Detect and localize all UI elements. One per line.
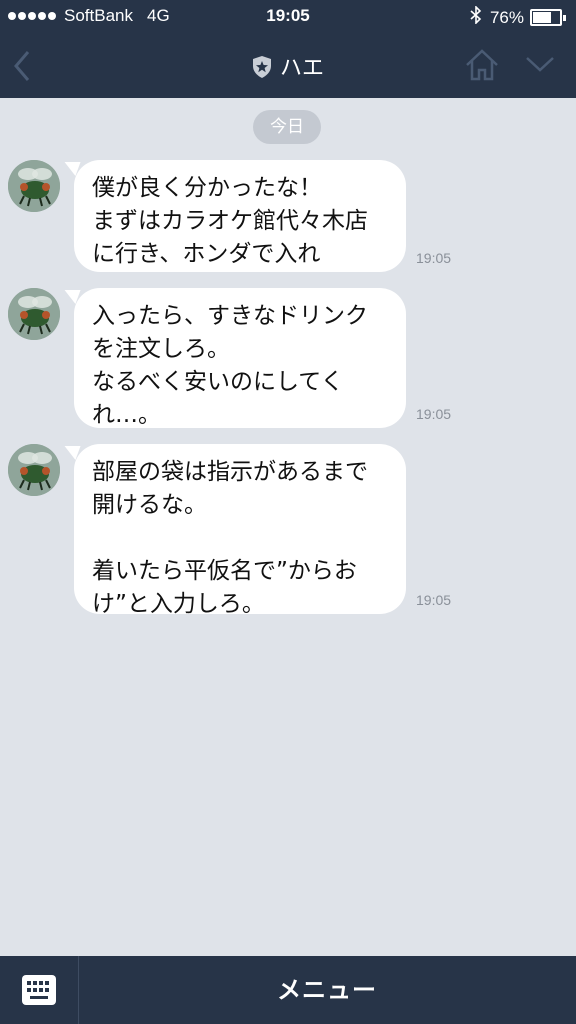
battery-percent: 76% <box>489 7 524 27</box>
status-right: 76% <box>470 5 566 29</box>
shield-star-icon <box>252 55 272 85</box>
menu-button[interactable]: メニュー <box>78 956 576 1024</box>
status-bar: SoftBank 4G 19:05 76% <box>0 0 576 34</box>
battery-icon <box>530 9 562 26</box>
bottom-bar: メニュー <box>0 956 576 1024</box>
chevron-down-icon[interactable] <box>524 54 556 78</box>
avatar[interactable] <box>8 444 60 496</box>
header: SoftBank 4G 19:05 76% ハエ <box>0 0 576 98</box>
message-bubble[interactable]: 僕が良く分かったな！ まずはカラオケ館代々木店 に行き、ホンダで入れ <box>74 160 406 272</box>
message-time: 19:05 <box>416 250 452 266</box>
keyboard-button[interactable] <box>0 956 79 1024</box>
fly-avatar-icon <box>8 288 60 340</box>
message-bubble[interactable]: 部屋の袋は指示があるまで 開けるな。 着いたら平仮名で”からお け”と入力しろ。 <box>74 444 406 617</box>
message-time: 19:05 <box>416 406 452 422</box>
avatar[interactable] <box>8 160 60 212</box>
chat-title-text: ハエ <box>279 56 324 81</box>
keyboard-icon <box>21 974 57 1010</box>
battery-fill <box>533 12 551 23</box>
chat-area[interactable]: 今日 僕が良く分かったな！ まずはカラオケ館代々木店 に行き、ホンダで入れ 19… <box>0 98 576 956</box>
fly-avatar-icon <box>8 444 60 496</box>
message-time: 19:05 <box>416 592 452 608</box>
battery-nub <box>563 14 566 21</box>
date-separator: 今日 <box>253 110 321 144</box>
bluetooth-icon <box>470 5 482 29</box>
avatar[interactable] <box>8 288 60 340</box>
fly-avatar-icon <box>8 160 60 212</box>
home-icon[interactable] <box>464 48 500 86</box>
message-bubble[interactable]: 入ったら、すきなドリンク を注文しろ。 なるべく安いのにしてく れ…。 <box>74 288 406 428</box>
nav-bar: ハエ <box>0 34 576 98</box>
